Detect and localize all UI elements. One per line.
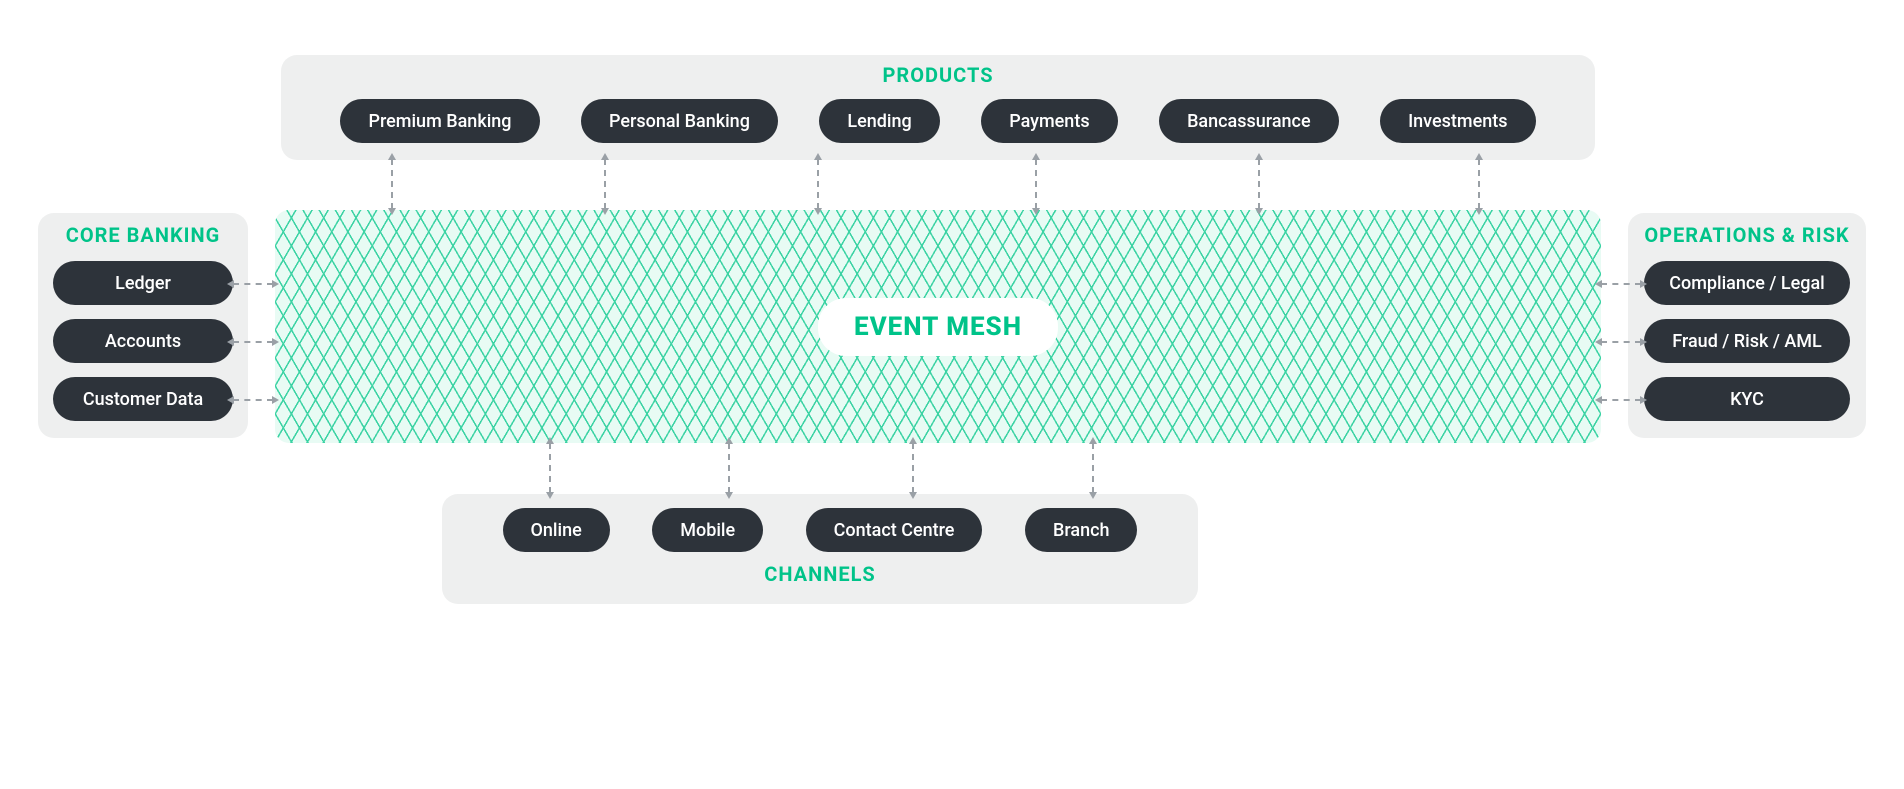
core-banking-panel: CORE BANKING Ledger Accounts Customer Da… bbox=[38, 213, 248, 438]
channel-contact-centre: Contact Centre bbox=[806, 508, 983, 552]
channels-panel: Online Mobile Contact Centre Branch CHAN… bbox=[442, 494, 1198, 604]
connector-horizontal bbox=[1601, 283, 1641, 285]
product-bancassurance: Bancassurance bbox=[1159, 99, 1339, 143]
event-mesh: EVENT MESH bbox=[275, 210, 1601, 443]
connector-vertical bbox=[604, 159, 606, 209]
channel-branch: Branch bbox=[1025, 508, 1138, 552]
connector-vertical bbox=[1258, 159, 1260, 209]
connector-vertical bbox=[817, 159, 819, 209]
product-premium-banking: Premium Banking bbox=[340, 99, 539, 143]
connector-horizontal bbox=[1601, 341, 1641, 343]
connector-horizontal bbox=[233, 283, 273, 285]
core-customer-data: Customer Data bbox=[53, 377, 233, 421]
connector-vertical bbox=[1035, 159, 1037, 209]
product-lending: Lending bbox=[819, 99, 939, 143]
products-row: Premium Banking Personal Banking Lending… bbox=[281, 99, 1595, 143]
core-banking-title: CORE BANKING bbox=[38, 223, 248, 247]
operations-risk-panel: OPERATIONS & RISK Compliance / Legal Fra… bbox=[1628, 213, 1866, 438]
product-personal-banking: Personal Banking bbox=[581, 99, 778, 143]
connector-vertical bbox=[728, 443, 730, 493]
event-mesh-label: EVENT MESH bbox=[818, 298, 1058, 356]
product-investments: Investments bbox=[1380, 99, 1535, 143]
core-accounts: Accounts bbox=[53, 319, 233, 363]
connector-horizontal bbox=[1601, 399, 1641, 401]
products-title: PRODUCTS bbox=[281, 63, 1595, 87]
channels-title: CHANNELS bbox=[442, 562, 1198, 586]
channel-online: Online bbox=[503, 508, 610, 552]
connector-vertical bbox=[1092, 443, 1094, 493]
operations-risk-title: OPERATIONS & RISK bbox=[1628, 223, 1866, 247]
connector-horizontal bbox=[233, 399, 273, 401]
connector-vertical bbox=[549, 443, 551, 493]
ops-compliance-legal: Compliance / Legal bbox=[1644, 261, 1850, 305]
connector-horizontal bbox=[233, 341, 273, 343]
product-payments: Payments bbox=[981, 99, 1117, 143]
connector-vertical bbox=[391, 159, 393, 209]
channels-row: Online Mobile Contact Centre Branch bbox=[442, 508, 1198, 552]
products-panel: PRODUCTS Premium Banking Personal Bankin… bbox=[281, 55, 1595, 160]
core-ledger: Ledger bbox=[53, 261, 233, 305]
channel-mobile: Mobile bbox=[652, 508, 763, 552]
ops-fraud-risk-aml: Fraud / Risk / AML bbox=[1644, 319, 1850, 363]
connector-vertical bbox=[1478, 159, 1480, 209]
ops-kyc: KYC bbox=[1644, 377, 1850, 421]
connector-vertical bbox=[912, 443, 914, 493]
